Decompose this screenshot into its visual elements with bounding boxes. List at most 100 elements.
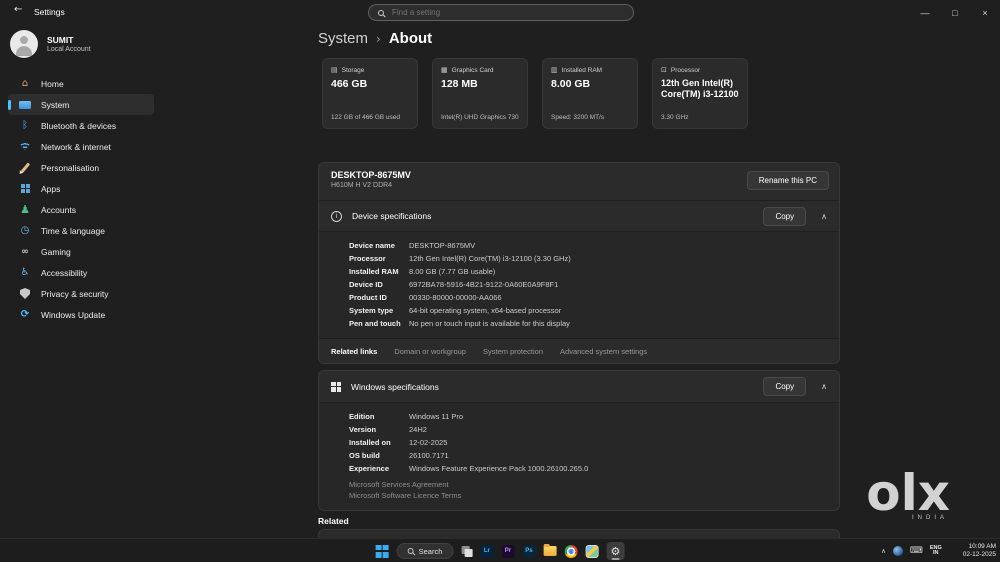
device-name-header: DESKTOP-8675MV H610M H V2 DDR4 Rename th…: [319, 163, 839, 200]
photoshop-app-button[interactable]: Ps: [522, 544, 536, 558]
sidebar-item-time-language[interactable]: ◷ Time & language: [8, 220, 154, 241]
settings-window: ← Settings — □ × SUMIT Local Account ⌂ H…: [0, 0, 1000, 562]
taskbar-search-button[interactable]: Search: [396, 543, 454, 559]
close-button[interactable]: ×: [970, 0, 1000, 26]
sidebar-item-privacy-security[interactable]: Privacy & security: [8, 283, 154, 304]
user-subtitle: Local Account: [47, 46, 91, 53]
related-heading: Related: [318, 516, 349, 526]
link-system-protection[interactable]: System protection: [483, 347, 543, 356]
task-view-button[interactable]: [461, 545, 473, 557]
time-label: 10:09 AM: [968, 543, 996, 550]
windows-logo-icon: [331, 381, 341, 392]
sidebar-item-gaming[interactable]: ∞ Gaming: [8, 241, 154, 262]
tray-chevron-up-icon[interactable]: ∧: [881, 547, 886, 555]
link-microsoft-software-licence-terms[interactable]: Microsoft Software Licence Terms: [349, 490, 839, 501]
spec-value: No pen or touch input is available for t…: [409, 319, 570, 328]
lightroom-app-button[interactable]: Lr: [480, 544, 494, 558]
user-name: SUMIT: [47, 35, 74, 45]
spec-value: DESKTOP-8675MV: [409, 241, 476, 250]
card-value: 466 GB: [331, 78, 368, 90]
copy-windows-specs-button[interactable]: Copy: [763, 377, 807, 396]
touch-keyboard-icon[interactable]: ⌨: [910, 546, 923, 556]
sidebar-item-label: Apps: [41, 183, 61, 194]
sidebar-item-apps[interactable]: Apps: [8, 178, 154, 199]
sidebar-item-bluetooth-devices[interactable]: ᛒ Bluetooth & devices: [8, 115, 154, 136]
active-app-indicator: [611, 558, 620, 560]
windows-specs-table: Edition Windows 11 Pro Version 24H2 Inst…: [319, 402, 839, 477]
spec-label: System type: [349, 306, 394, 315]
copy-device-specs-button[interactable]: Copy: [763, 206, 807, 226]
user-account-block[interactable]: SUMIT Local Account: [10, 30, 160, 64]
rename-pc-button[interactable]: Rename this PC: [746, 171, 829, 190]
sidebar-item-windows-update[interactable]: ⟳ Windows Update: [8, 304, 154, 325]
spec-value: 12-02-2025: [409, 438, 448, 447]
photoshop-icon: Ps: [522, 544, 536, 558]
table-row: Processor 12th Gen Intel(R) Core(TM) i3-…: [349, 252, 839, 265]
sidebar-item-label: Privacy & security: [41, 288, 109, 299]
bluetooth-icon: ᛒ: [22, 120, 28, 131]
sidebar-item-network-internet[interactable]: Network & internet: [8, 136, 154, 157]
photos-app-button[interactable]: [585, 544, 599, 558]
file-explorer-button[interactable]: [543, 544, 557, 556]
table-row: System type 64-bit operating system, x64…: [349, 304, 839, 317]
table-row: Device ID 6972BA78-5916-4B21-9122-0A60E0…: [349, 278, 839, 291]
search-icon: [407, 548, 414, 554]
sidebar-item-personalisation[interactable]: Personalisation: [8, 157, 154, 178]
table-row: Experience Windows Feature Experience Pa…: [349, 462, 839, 475]
sidebar-item-system[interactable]: System: [8, 94, 154, 115]
graphics-card-card: ▦ Graphics Card 128 MB Intel(R) UHD Grap…: [432, 58, 528, 129]
link-microsoft-services-agreement[interactable]: Microsoft Services Agreement: [349, 479, 839, 490]
processor-icon: ⊡: [661, 66, 667, 74]
minimize-button[interactable]: —: [910, 0, 940, 26]
windows-specs-title: Windows specifications: [351, 381, 439, 392]
app-title: Settings: [34, 7, 65, 17]
settings-app-button[interactable]: ⚙: [606, 542, 625, 560]
device-panel: DESKTOP-8675MV H610M H V2 DDR4 Rename th…: [318, 162, 840, 364]
table-row: Edition Windows 11 Pro: [349, 410, 839, 423]
spec-label: Edition: [349, 412, 375, 421]
sidebar-item-home[interactable]: ⌂ Home: [8, 73, 154, 94]
home-icon: ⌂: [21, 78, 29, 89]
premiere-app-button[interactable]: Pr: [501, 544, 515, 558]
clock[interactable]: 10:09 AM 02-12-2025: [963, 543, 996, 559]
search-input[interactable]: [390, 7, 624, 18]
language-indicator[interactable]: ENG IN: [930, 545, 942, 557]
sidebar-item-accounts[interactable]: ♟ Accounts: [8, 199, 154, 220]
accessibility-icon: ♿: [20, 267, 30, 278]
sidebar-item-label: Network & internet: [41, 141, 111, 152]
back-icon[interactable]: ←: [14, 4, 22, 15]
sidebar-item-label: Personalisation: [41, 162, 100, 173]
table-row: Product ID 00330-80000-00000-AA066: [349, 291, 839, 304]
chrome-button[interactable]: [564, 544, 578, 558]
ram-icon: ▥: [551, 66, 558, 74]
windows-specs-expander[interactable]: Windows specifications Copy ∧: [319, 371, 839, 402]
find-a-setting-searchbox[interactable]: [368, 4, 634, 21]
sidebar-item-label: Windows Update: [41, 309, 106, 320]
chevron-up-icon[interactable]: ∧: [821, 382, 827, 391]
apps-icon: [18, 184, 32, 193]
spec-label: OS build: [349, 451, 380, 460]
sidebar-item-accessibility[interactable]: ♿ Accessibility: [8, 262, 154, 283]
graphics-icon: ▦: [441, 66, 448, 74]
link-advanced-system-settings[interactable]: Advanced system settings: [560, 347, 647, 356]
device-specs-title: Device specifications: [352, 211, 432, 221]
spec-value: 12th Gen Intel(R) Core(TM) i3-12100 (3.3…: [409, 254, 571, 263]
tray-globe-icon[interactable]: [892, 546, 903, 556]
system-tray: ∧ ⌨ ENG IN 10:09 AM 02-12-2025: [881, 539, 996, 562]
start-button[interactable]: [375, 544, 389, 558]
premiere-icon: Pr: [501, 544, 515, 558]
maximize-button[interactable]: □: [940, 0, 970, 26]
chevron-up-icon[interactable]: ∧: [821, 212, 827, 221]
link-domain-or-workgroup[interactable]: Domain or workgroup: [394, 347, 466, 356]
table-row: Version 24H2: [349, 423, 839, 436]
photos-app-icon: [585, 544, 599, 558]
sidebar-item-label: Home: [41, 78, 64, 89]
page-title: About: [388, 30, 433, 47]
date-label: 02-12-2025: [962, 551, 996, 558]
spec-value: 64-bit operating system, x64-based proce…: [409, 306, 562, 315]
breadcrumb-chevron-icon: ›: [376, 31, 381, 46]
search-icon: [378, 9, 384, 16]
device-specs-expander[interactable]: i Device specifications Copy ∧: [319, 200, 839, 231]
breadcrumb-system[interactable]: System: [318, 30, 368, 47]
gear-icon: ⚙: [610, 544, 621, 558]
